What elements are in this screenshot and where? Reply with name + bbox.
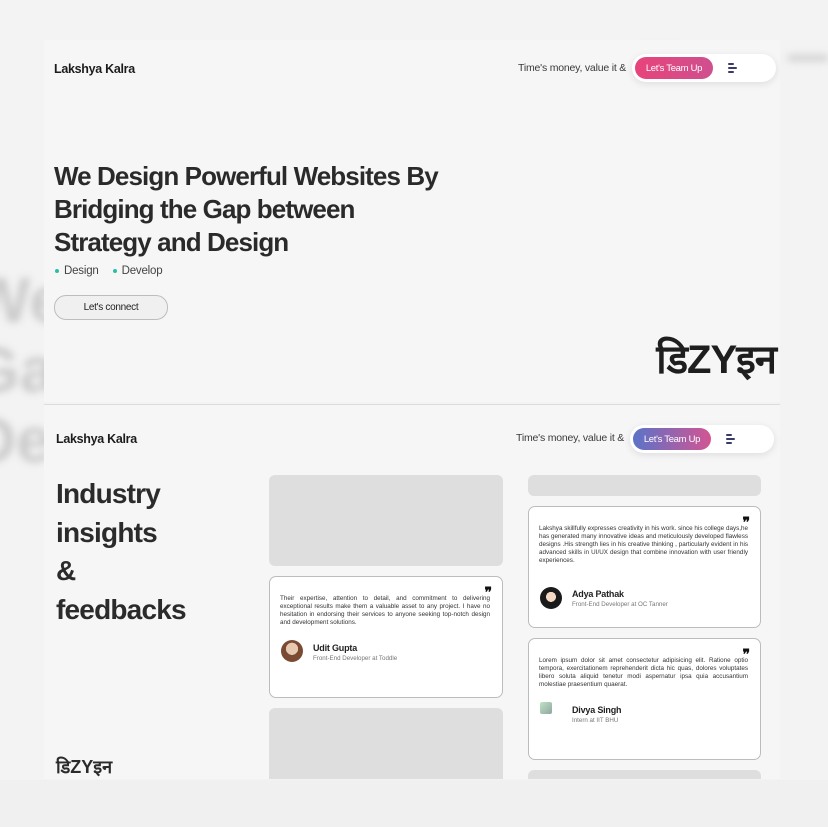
service-list: Design Develop bbox=[55, 265, 163, 277]
service-item: Design bbox=[55, 265, 99, 277]
header-tagline: Time's money, value it & bbox=[518, 62, 627, 74]
avatar bbox=[540, 587, 562, 609]
lets-team-up-button[interactable]: Let's Team Up bbox=[635, 57, 713, 79]
section-heading: Industry insights & feedbacks bbox=[56, 478, 187, 625]
header-action-pill: Let's Team Up bbox=[632, 54, 776, 82]
testimonial-text: Their expertise, attention to detail, an… bbox=[280, 595, 490, 627]
testimonial-author-role: Intern at IIT BHU bbox=[572, 717, 619, 724]
card-placeholder bbox=[269, 475, 503, 566]
brand-logo[interactable]: Lakshya Kalra bbox=[54, 62, 135, 76]
testimonial-author-name: Divya Singh bbox=[572, 705, 622, 715]
lets-connect-button[interactable]: Let's connect bbox=[54, 295, 168, 320]
testimonial-author-role: Front-End Developer at OC Tanner bbox=[572, 601, 668, 608]
backdrop-ghost-text: ▬▬ bbox=[788, 44, 828, 66]
card-placeholder bbox=[269, 708, 503, 779]
avatar bbox=[281, 640, 303, 662]
site-logo-large: डिZYइन bbox=[656, 338, 777, 382]
site-logo-small: डिZYइन bbox=[56, 757, 113, 777]
card-placeholder bbox=[528, 770, 761, 779]
header-action-pill: Let's Team Up bbox=[630, 425, 774, 453]
brand-logo[interactable]: Lakshya Kalra bbox=[56, 432, 137, 446]
card-placeholder bbox=[528, 475, 761, 496]
bullet-dot-icon bbox=[112, 269, 117, 273]
menu-icon[interactable] bbox=[728, 63, 737, 73]
avatar bbox=[540, 702, 552, 714]
menu-icon[interactable] bbox=[726, 434, 735, 444]
service-item: Develop bbox=[112, 265, 163, 277]
testimonial-card: ❞ Lakshya skillfully expresses creativit… bbox=[528, 506, 761, 628]
testimonial-card: ❞ Their expertise, attention to detail, … bbox=[269, 576, 503, 698]
hero-section: Lakshya Kalra Time's money, value it & L… bbox=[44, 40, 780, 402]
testimonial-author-name: Udit Gupta bbox=[313, 643, 357, 653]
testimonial-card: ❞ Lorem ipsum dolor sit amet consectetur… bbox=[528, 638, 761, 760]
testimonial-author-role: Front-End Developer at Toddle bbox=[313, 655, 398, 662]
testimonial-text: Lakshya skillfully expresses creativity … bbox=[539, 525, 748, 565]
header-tagline: Time's money, value it & bbox=[516, 432, 625, 444]
testimonials-section: Lakshya Kalra Time's money, value it & L… bbox=[44, 404, 780, 779]
lets-team-up-button[interactable]: Let's Team Up bbox=[633, 428, 711, 450]
page-footer-strip bbox=[0, 780, 828, 827]
hero-heading: We Design Powerful Websites By Bridging … bbox=[54, 161, 439, 257]
testimonial-author-name: Adya Pathak bbox=[572, 589, 624, 599]
bullet-dot-icon bbox=[55, 269, 59, 273]
testimonial-text: Lorem ipsum dolor sit amet consectetur a… bbox=[539, 657, 748, 689]
